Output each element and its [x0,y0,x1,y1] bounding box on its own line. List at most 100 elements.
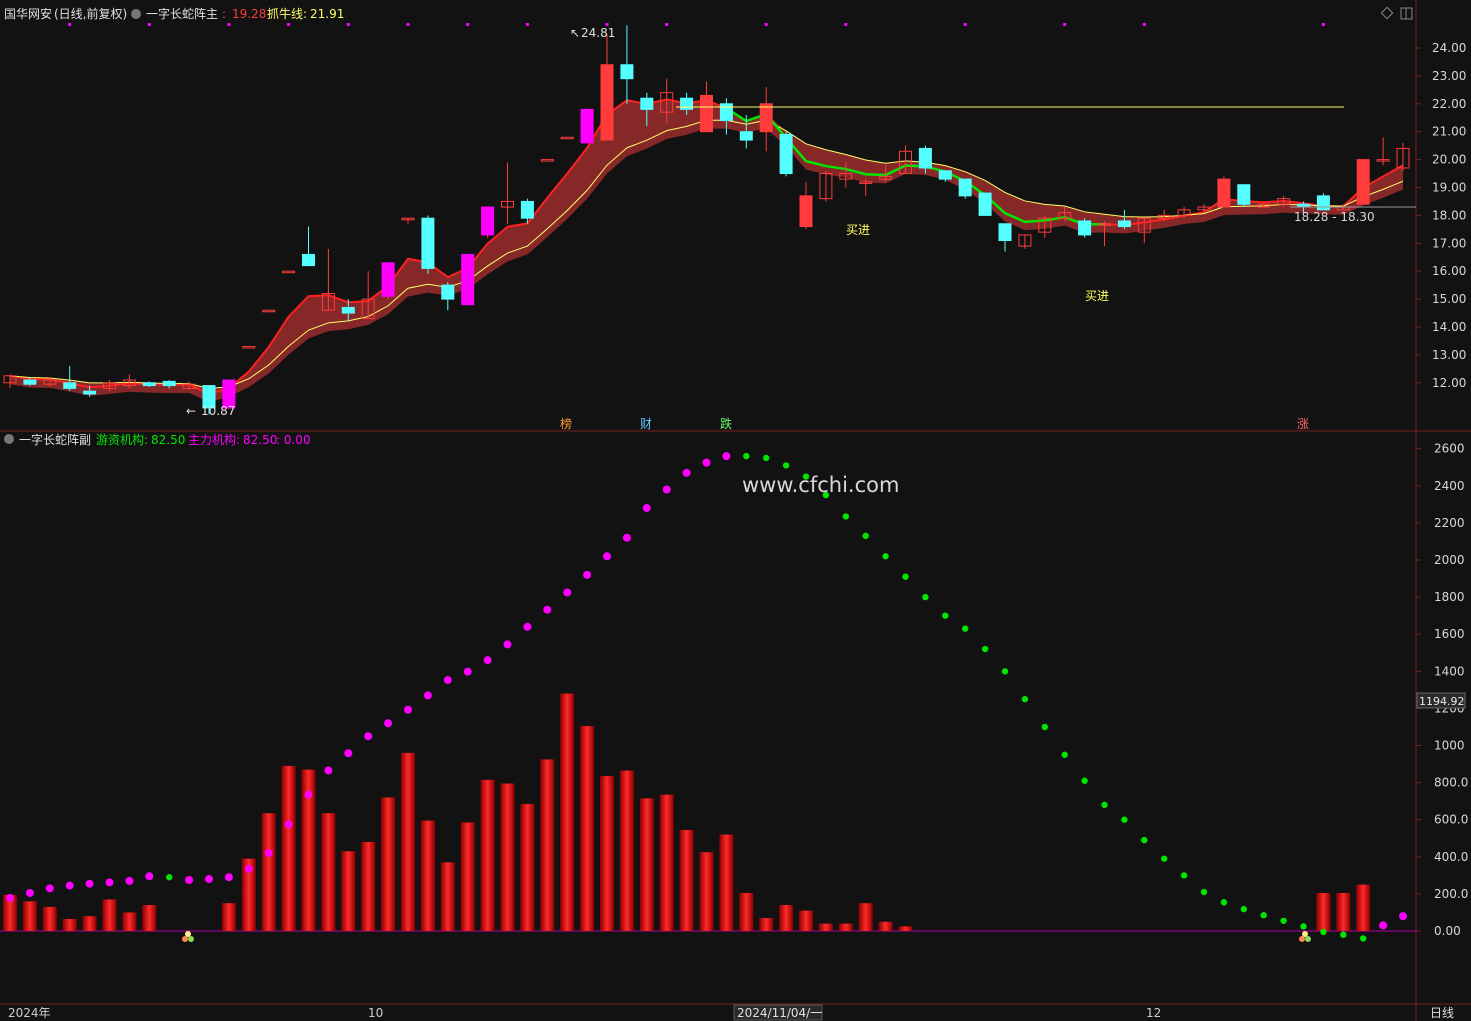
high-label: 24.81 [581,26,615,40]
candle-body [719,103,733,122]
volume-bar [440,862,455,931]
collapse-icon[interactable] [131,9,141,19]
indicator-dot [364,732,373,741]
volume-bar [460,822,475,931]
sub-tick-label: 200.0 [1434,887,1468,901]
indicator-dot [1300,923,1307,930]
signal-marker [466,23,470,26]
volume-bar [878,921,893,931]
range-label: 18.28 - 18.30 [1294,210,1375,224]
signal-marker [963,23,967,26]
volume-bar [321,813,336,931]
signal-marker [1063,23,1067,26]
volume-bar [659,794,674,931]
indicator-dot [543,605,552,614]
indicator-dot [1041,723,1049,731]
candle-body [620,64,634,80]
volume-bar [799,910,813,931]
candle-body [1217,178,1231,208]
volume-bar [699,852,714,931]
candle-body [302,253,315,267]
indicator-dot [1320,928,1327,936]
candle-body [421,217,435,269]
indicator-dot [743,452,750,460]
coin-icon [182,936,188,942]
indicator-dot [1200,888,1208,896]
mark-zhang: 涨 [1297,416,1309,431]
indicator-dot [1180,872,1188,879]
indicator-dot [523,622,532,631]
price-tick-label: 14.00 [1432,320,1466,334]
candle-body [580,108,594,144]
price-tick-label: 20.00 [1432,153,1466,167]
indicator-dot [1021,695,1029,703]
volume-bar [500,783,515,931]
indicator-dot [1399,912,1407,921]
volume-bar [639,798,654,931]
indicator-dot [922,593,929,601]
hot-money-value: 82.50 [151,433,185,447]
indicator-dot [85,879,94,888]
sub-tick-label: 1800 [1434,590,1465,604]
indicator-dot [603,552,611,561]
indicator-dot [304,790,313,799]
bull-line-value: 21.91 [310,7,344,21]
indicator-dot [763,454,770,462]
price-tick-label: 18.00 [1432,208,1466,222]
coin-icon [185,931,191,937]
sub-tick-label: 2400 [1434,479,1465,493]
mark-die: 跌 [720,416,732,431]
candle-body [23,379,37,385]
indicator-dot [882,553,889,560]
indicator-dot [702,458,711,467]
indicator-dot [443,676,452,685]
indicator-dot [642,504,651,513]
volume-bar [540,759,555,931]
indicator-dot [942,612,949,619]
signal-marker [764,23,768,26]
indicator-dot [722,452,731,461]
price-tick-label: 16.00 [1432,264,1466,278]
sub-tick-label: 0.00 [1434,924,1461,938]
indicator-dot [145,872,154,881]
date-start: 2024年 [8,1006,51,1020]
main-force-value: 82.50 [243,433,277,447]
volume-bar [22,901,37,931]
candle-body [441,284,455,300]
period-button[interactable]: 日线 [1430,1006,1454,1020]
indicator-dot [185,875,194,884]
volume-bar [221,903,236,931]
candle-body [700,94,713,133]
candle-body [600,64,614,141]
candle-body [680,97,694,110]
price-tick-label: 17.00 [1432,236,1466,250]
chart-canvas[interactable]: 24.00 23.00 22.00 21.00 20.00 19.00 18.00 17.00… [0,0,1471,1021]
volume-bar [520,803,535,931]
candle-body [1356,159,1370,205]
indicator-dot [1340,931,1347,938]
indicator-dot [423,691,432,700]
current-value: 1194.92 [1419,695,1465,708]
sub-tick-label: 1000 [1434,739,1465,753]
volume-bar [42,906,57,931]
signal-marker [287,23,291,26]
candle-body [341,306,355,314]
indicator-dot [463,667,472,676]
volume-bar [401,752,415,931]
coin-icon [1299,936,1305,942]
indicator-dot [284,820,293,829]
volume-bar [1356,884,1371,931]
indicator-dot [842,513,849,520]
volume-bar [739,892,754,931]
signal-marker [525,23,529,26]
volume-bar [62,918,77,931]
volume-bar [580,726,595,931]
indicator-dot [125,876,134,885]
volume-bar [1336,892,1351,931]
candle-body [162,380,176,387]
signal-marker [147,23,151,26]
sub-tick-label: 1600 [1434,627,1465,641]
volume-bar [1316,892,1331,931]
sub-collapse-icon[interactable] [4,434,14,444]
indicator-dot [1061,751,1068,758]
